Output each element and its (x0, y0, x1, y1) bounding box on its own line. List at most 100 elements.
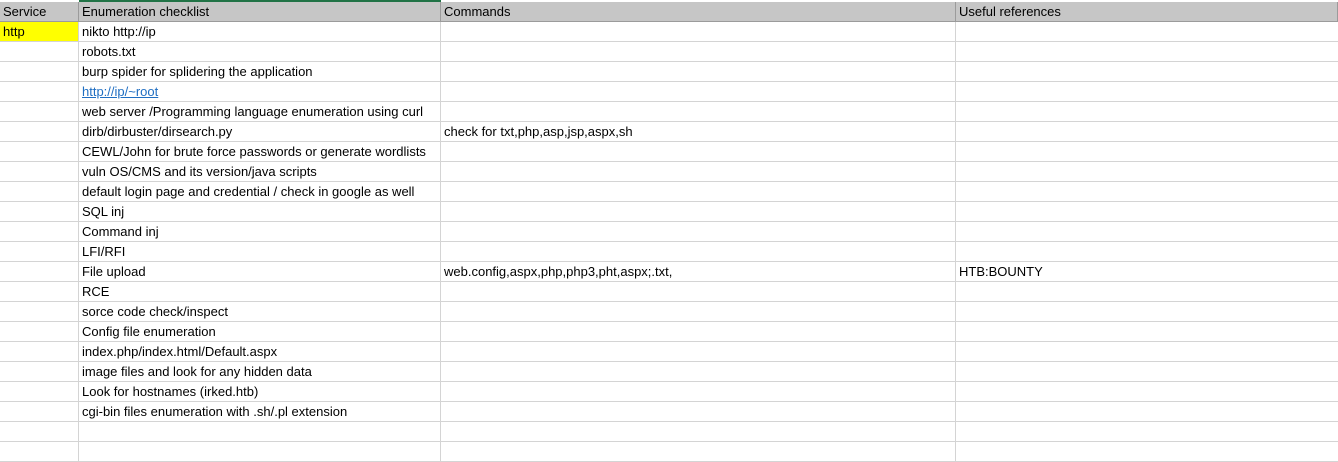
cell-checklist[interactable]: web server /Programming language enumera… (79, 102, 441, 122)
header-row: Service Enumeration checklist Commands U… (0, 2, 1338, 22)
cell-service[interactable] (0, 422, 79, 442)
cell-service[interactable] (0, 142, 79, 162)
cell-link[interactable]: http://ip/~root (79, 82, 441, 102)
cell-commands[interactable] (441, 142, 956, 162)
cell-service[interactable] (0, 402, 79, 422)
cell-commands[interactable] (441, 322, 956, 342)
cell-references[interactable] (956, 422, 1338, 442)
cell-references[interactable]: HTB:BOUNTY (956, 262, 1338, 282)
cell-commands[interactable] (441, 102, 956, 122)
cell-commands[interactable] (441, 82, 956, 102)
cell-references[interactable] (956, 402, 1338, 422)
cell-service[interactable] (0, 322, 79, 342)
cell-checklist[interactable]: SQL inj (79, 202, 441, 222)
cell-references[interactable] (956, 142, 1338, 162)
cell-references[interactable] (956, 382, 1338, 402)
cell-service[interactable] (0, 102, 79, 122)
header-enumeration-checklist[interactable]: Enumeration checklist (79, 2, 441, 22)
cell-service[interactable] (0, 382, 79, 402)
cell-commands[interactable] (441, 202, 956, 222)
cell-references[interactable] (956, 122, 1338, 142)
cell-service[interactable] (0, 362, 79, 382)
cell-references[interactable] (956, 442, 1338, 462)
cell-commands[interactable] (441, 62, 956, 82)
cell-commands[interactable] (441, 382, 956, 402)
cell-service[interactable]: http (0, 22, 79, 42)
cell-checklist[interactable]: Look for hostnames (irked.htb) (79, 382, 441, 402)
cell-commands[interactable] (441, 222, 956, 242)
cell-references[interactable] (956, 282, 1338, 302)
cell-service[interactable] (0, 42, 79, 62)
table-row: sorce code check/inspect (0, 302, 1338, 322)
cell-checklist[interactable] (79, 442, 441, 462)
cell-references[interactable] (956, 22, 1338, 42)
cell-references[interactable] (956, 62, 1338, 82)
cell-commands[interactable] (441, 442, 956, 462)
cell-checklist[interactable]: dirb/dirbuster/dirsearch.py (79, 122, 441, 142)
cell-checklist[interactable]: nikto http://ip (79, 22, 441, 42)
cell-service[interactable] (0, 122, 79, 142)
cell-commands[interactable] (441, 22, 956, 42)
table-row (0, 422, 1338, 442)
cell-checklist[interactable] (79, 422, 441, 442)
cell-checklist[interactable]: index.php/index.html/Default.aspx (79, 342, 441, 362)
cell-checklist[interactable]: Command inj (79, 222, 441, 242)
cell-references[interactable] (956, 102, 1338, 122)
cell-checklist[interactable]: default login page and credential / chec… (79, 182, 441, 202)
cell-checklist[interactable]: image files and look for any hidden data (79, 362, 441, 382)
table-row: default login page and credential / chec… (0, 182, 1338, 202)
cell-references[interactable] (956, 162, 1338, 182)
header-service[interactable]: Service (0, 2, 79, 22)
cell-references[interactable] (956, 42, 1338, 62)
cell-checklist[interactable]: LFI/RFI (79, 242, 441, 262)
cell-service[interactable] (0, 282, 79, 302)
cell-service[interactable] (0, 302, 79, 322)
cell-service[interactable] (0, 62, 79, 82)
cell-service[interactable] (0, 262, 79, 282)
cell-references[interactable] (956, 302, 1338, 322)
cell-references[interactable] (956, 342, 1338, 362)
header-useful-references[interactable]: Useful references (956, 2, 1338, 22)
cell-commands[interactable] (441, 342, 956, 362)
header-commands[interactable]: Commands (441, 2, 956, 22)
table-row: CEWL/John for brute force passwords or g… (0, 142, 1338, 162)
cell-service[interactable] (0, 442, 79, 462)
cell-checklist[interactable]: burp spider for splidering the applicati… (79, 62, 441, 82)
cell-service[interactable] (0, 162, 79, 182)
table-row: image files and look for any hidden data (0, 362, 1338, 382)
cell-references[interactable] (956, 242, 1338, 262)
cell-commands[interactable] (441, 402, 956, 422)
cell-service[interactable] (0, 202, 79, 222)
cell-commands[interactable] (441, 242, 956, 262)
cell-references[interactable] (956, 202, 1338, 222)
cell-checklist[interactable]: Config file enumeration (79, 322, 441, 342)
cell-commands[interactable]: web.config,aspx,php,php3,pht,aspx;.txt, (441, 262, 956, 282)
cell-commands[interactable] (441, 302, 956, 322)
cell-checklist[interactable]: File upload (79, 262, 441, 282)
cell-references[interactable] (956, 182, 1338, 202)
cell-references[interactable] (956, 362, 1338, 382)
cell-commands[interactable] (441, 182, 956, 202)
cell-checklist[interactable]: cgi-bin files enumeration with .sh/.pl e… (79, 402, 441, 422)
cell-service[interactable] (0, 222, 79, 242)
cell-references[interactable] (956, 222, 1338, 242)
cell-references[interactable] (956, 82, 1338, 102)
cell-checklist[interactable]: CEWL/John for brute force passwords or g… (79, 142, 441, 162)
cell-service[interactable] (0, 342, 79, 362)
cell-commands[interactable] (441, 422, 956, 442)
cell-commands[interactable] (441, 162, 956, 182)
cell-checklist[interactable]: sorce code check/inspect (79, 302, 441, 322)
cell-service[interactable] (0, 82, 79, 102)
table-row: LFI/RFI (0, 242, 1338, 262)
cell-service[interactable] (0, 242, 79, 262)
cell-service[interactable] (0, 182, 79, 202)
cell-commands[interactable]: check for txt,php,asp,jsp,aspx,sh (441, 122, 956, 142)
cell-commands[interactable] (441, 282, 956, 302)
cell-commands[interactable] (441, 42, 956, 62)
cell-checklist[interactable]: RCE (79, 282, 441, 302)
cell-checklist[interactable]: vuln OS/CMS and its version/java scripts (79, 162, 441, 182)
cell-references[interactable] (956, 322, 1338, 342)
cell-commands[interactable] (441, 362, 956, 382)
table-row: Config file enumeration (0, 322, 1338, 342)
cell-checklist[interactable]: robots.txt (79, 42, 441, 62)
